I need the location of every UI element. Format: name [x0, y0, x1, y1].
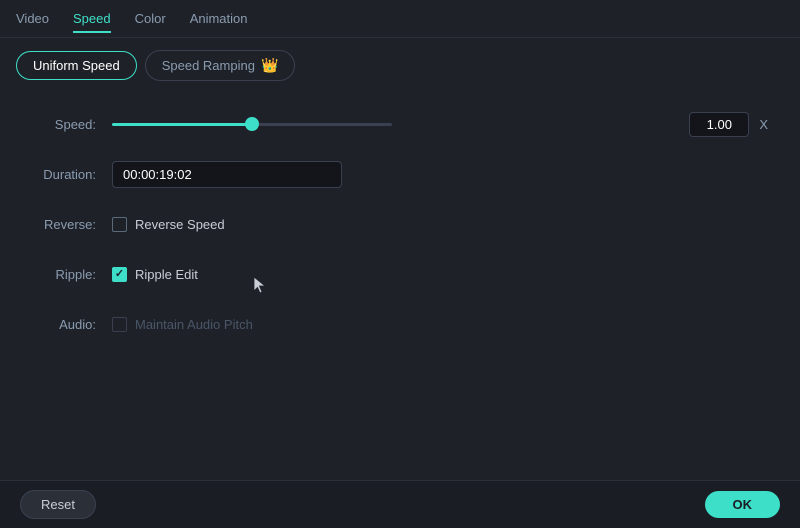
speed-slider-track[interactable] — [112, 123, 392, 126]
reverse-label: Reverse: — [32, 217, 112, 232]
audio-control: Maintain Audio Pitch — [112, 317, 768, 332]
speed-slider-fill — [112, 123, 252, 126]
ripple-control: Ripple Edit — [112, 267, 768, 282]
content-area: Speed: X Duration: Reverse: Reverse Spee… — [0, 93, 800, 375]
ripple-checkbox[interactable] — [112, 267, 127, 282]
ripple-row: Ripple: Ripple Edit — [32, 259, 768, 289]
speed-control: X — [112, 112, 768, 137]
audio-checkbox-label: Maintain Audio Pitch — [135, 317, 253, 332]
duration-control — [112, 161, 768, 188]
ripple-checkbox-label[interactable]: Ripple Edit — [135, 267, 198, 282]
tab-speed[interactable]: Speed — [73, 5, 111, 32]
sub-tab-ramping[interactable]: Speed Ramping 👑 — [145, 50, 296, 81]
tab-color[interactable]: Color — [135, 5, 166, 32]
duration-label: Duration: — [32, 167, 112, 182]
speed-slider-thumb[interactable] — [245, 117, 259, 131]
ripple-label: Ripple: — [32, 267, 112, 282]
mouse-cursor-icon — [252, 275, 268, 295]
sub-tab-bar: Uniform Speed Speed Ramping 👑 — [0, 38, 800, 93]
tab-video[interactable]: Video — [16, 5, 49, 32]
reverse-checkbox[interactable] — [112, 217, 127, 232]
audio-checkbox-row: Maintain Audio Pitch — [112, 317, 253, 332]
duration-input[interactable] — [112, 161, 342, 188]
sub-tab-uniform-label: Uniform Speed — [33, 58, 120, 73]
audio-checkbox[interactable] — [112, 317, 127, 332]
duration-row: Duration: — [32, 159, 768, 189]
speed-row: Speed: X — [32, 109, 768, 139]
reverse-checkbox-row: Reverse Speed — [112, 217, 225, 232]
speed-value-input[interactable] — [689, 112, 749, 137]
reverse-row: Reverse: Reverse Speed — [32, 209, 768, 239]
ripple-checkbox-row: Ripple Edit — [112, 267, 198, 282]
crown-icon: 👑 — [261, 57, 278, 74]
reverse-control: Reverse Speed — [112, 217, 768, 232]
audio-row: Audio: Maintain Audio Pitch — [32, 309, 768, 339]
reset-button[interactable]: Reset — [20, 490, 96, 519]
bottom-bar: Reset OK — [0, 480, 800, 528]
sub-tab-uniform[interactable]: Uniform Speed — [16, 51, 137, 80]
tab-animation[interactable]: Animation — [190, 5, 248, 32]
sub-tab-ramping-label: Speed Ramping — [162, 58, 255, 73]
speed-label: Speed: — [32, 117, 112, 132]
reverse-checkbox-label[interactable]: Reverse Speed — [135, 217, 225, 232]
audio-label: Audio: — [32, 317, 112, 332]
top-tab-bar: Video Speed Color Animation — [0, 0, 800, 38]
ok-button[interactable]: OK — [705, 491, 781, 518]
speed-slider-container — [112, 123, 679, 126]
speed-x-label: X — [759, 117, 768, 132]
